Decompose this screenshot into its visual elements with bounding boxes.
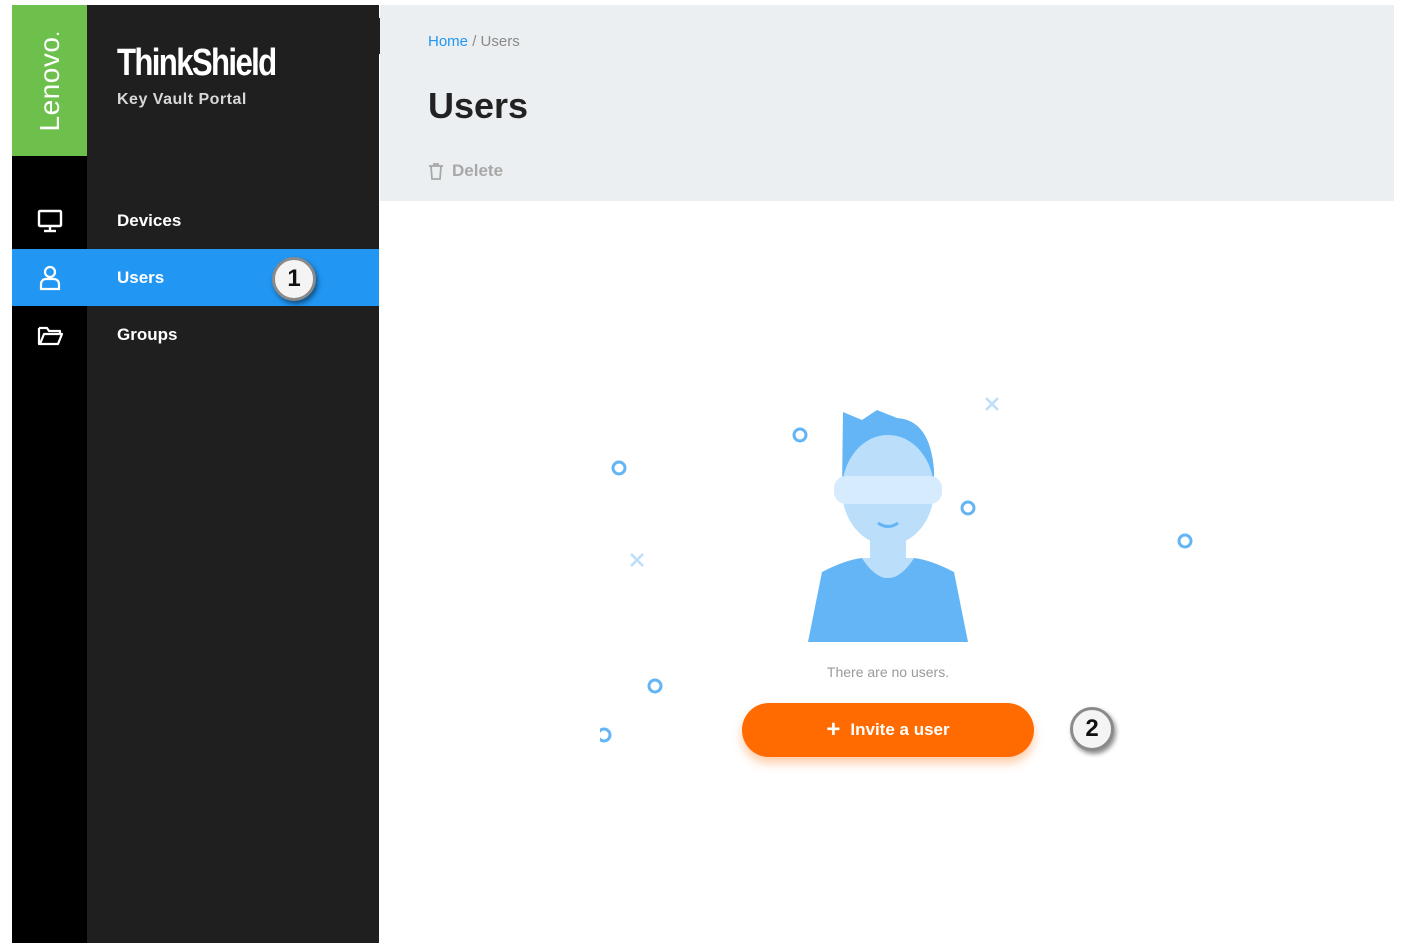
icon-rail: Lenovo. [12, 5, 87, 943]
sidebar-item-label: Users [117, 267, 165, 287]
product-subtitle: Key Vault Portal [117, 91, 247, 108]
breadcrumb: Home / Users [428, 33, 520, 50]
sidebar-item-groups[interactable]: Groups [87, 306, 379, 363]
lenovo-logo: Lenovo. [12, 5, 87, 156]
delete-button[interactable]: Delete [428, 161, 503, 181]
page-header: Home / Users Users Delete [380, 5, 1394, 201]
delete-label: Delete [452, 161, 504, 180]
folder-open-icon[interactable] [12, 306, 87, 363]
sidebar-item-devices[interactable]: Devices [87, 192, 379, 249]
sidebar-item-label: Devices [117, 210, 182, 230]
empty-state-message: There are no users. [826, 664, 950, 680]
callout-badge-1: 1 [272, 257, 316, 301]
invite-user-button[interactable]: + Invite a user [742, 703, 1034, 757]
plus-icon: + [826, 716, 841, 743]
invite-user-label: Invite a user [850, 720, 950, 739]
monitor-icon[interactable] [12, 192, 87, 249]
page-title: Users [428, 85, 529, 126]
sidebar-item-label: Groups [117, 324, 178, 344]
callout-badge-2: 2 [1070, 707, 1114, 751]
product-name: ThinkShield [117, 42, 277, 84]
sidebar: ThinkShield Key Vault Portal Devices Use… [87, 5, 379, 943]
empty-users-illustration [600, 397, 1193, 743]
breadcrumb-current: Users [480, 33, 520, 50]
user-icon[interactable] [12, 249, 87, 306]
breadcrumb-home-link[interactable]: Home [428, 33, 468, 50]
trash-icon [429, 163, 443, 180]
product-logo: ThinkShield Key Vault Portal [117, 41, 310, 109]
breadcrumb-separator: / [472, 33, 477, 50]
sidebar-item-users[interactable]: Users [87, 249, 379, 306]
